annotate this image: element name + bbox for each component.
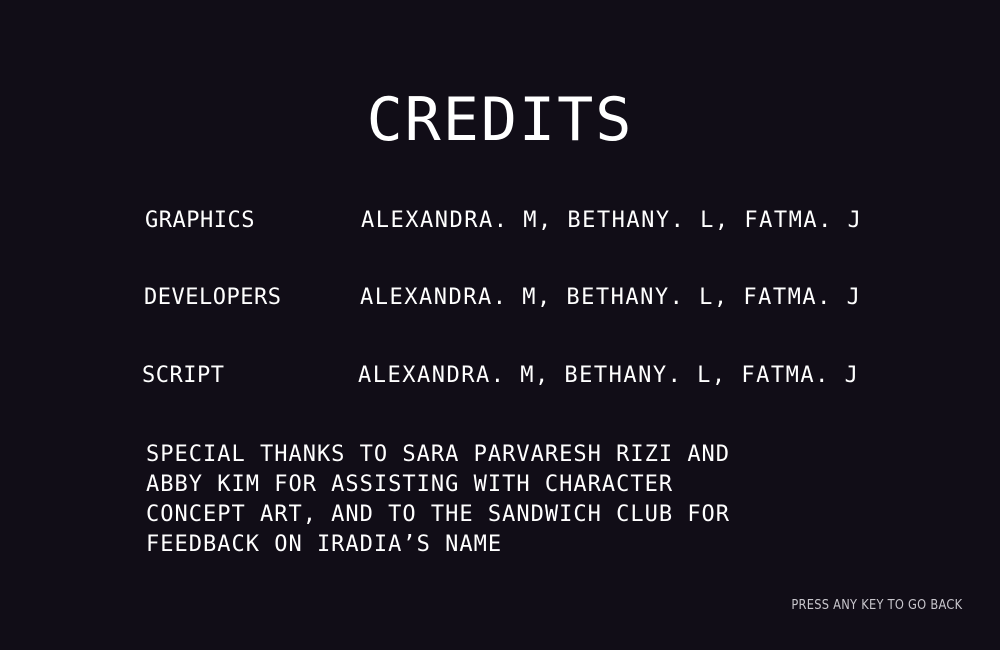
credits-screen[interactable]: CREDITS GRAPHICS ALEXANDRA. M, BETHANY. … bbox=[0, 0, 1000, 650]
special-thanks-line: FEEDBACK ON IRADIA’S NAME bbox=[146, 532, 503, 557]
special-thanks-line: SPECIAL THANKS TO SARA PARVARESH RIZI AN… bbox=[146, 442, 731, 467]
credit-role: GRAPHICS bbox=[145, 208, 255, 233]
credit-row-script: SCRIPT ALEXANDRA. M, BETHANY. L, FATMA. … bbox=[0, 361, 1000, 391]
credit-row-graphics: GRAPHICS ALEXANDRA. M, BETHANY. L, FATMA… bbox=[0, 206, 1000, 236]
credit-role: SCRIPT bbox=[142, 363, 225, 388]
special-thanks: SPECIAL THANKS TO SARA PARVARESH RIZI AN… bbox=[146, 440, 826, 560]
special-thanks-line: ABBY KIM FOR ASSISTING WITH CHARACTER bbox=[146, 472, 674, 497]
credit-names: ALEXANDRA. M, BETHANY. L, FATMA. J bbox=[360, 285, 862, 310]
special-thanks-line: CONCEPT ART, AND TO THE SANDWICH CLUB FO… bbox=[146, 502, 731, 527]
back-hint: PRESS ANY KEY TO GO BACK bbox=[790, 598, 962, 613]
credit-names: ALEXANDRA. M, BETHANY. L, FATMA. J bbox=[358, 363, 860, 388]
credit-row-developers: DEVELOPERS ALEXANDRA. M, BETHANY. L, FAT… bbox=[0, 283, 1000, 313]
page-title: CREDITS bbox=[366, 85, 634, 155]
credit-role: DEVELOPERS bbox=[144, 285, 282, 310]
credit-names: ALEXANDRA. M, BETHANY. L, FATMA. J bbox=[361, 208, 863, 233]
